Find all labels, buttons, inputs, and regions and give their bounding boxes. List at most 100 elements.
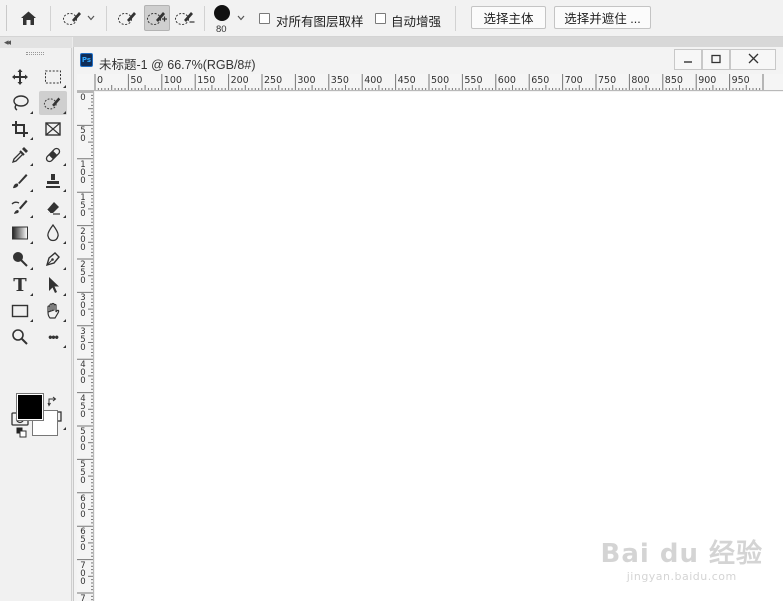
gradient-icon [11,225,29,241]
blur-tool[interactable] [39,221,67,245]
ruler-h-label: 300 [297,75,316,86]
ruler-h-label: 150 [197,75,216,86]
crop-tool[interactable] [6,117,34,141]
ruler-v-label: 250 [80,260,86,286]
options-bar-grip[interactable] [6,5,7,31]
rectangular-marquee-tool[interactable] [39,65,67,89]
ruler-h-label: 650 [531,75,550,86]
select-subject-button[interactable]: 选择主体 [471,6,546,29]
stamp-icon [44,172,62,190]
sample-all-layers-checkbox[interactable] [258,12,270,24]
minimize-icon [683,51,693,69]
document-titlebar[interactable]: Ps 未标题-1 @ 66.7%(RGB/8#) [74,47,783,74]
ruler-v-label: 600 [80,493,86,520]
healing-brush-tool[interactable] [39,143,67,167]
gradient-tool[interactable] [6,221,34,245]
collapse-arrows-icon[interactable]: ◂◂ [4,37,11,48]
ruler-v-label: 200 [80,226,86,253]
minimize-button[interactable] [674,49,702,70]
ruler-corner[interactable] [77,74,94,91]
ruler-v-label: 400 [80,360,86,387]
ruler-h-label: 950 [731,75,750,86]
sample-all-layers-label: 对所有图层取样 [276,15,364,29]
hand-tool[interactable] [39,299,67,323]
document-canvas[interactable] [95,92,783,601]
ruler-v-label: 100 [80,159,86,186]
clone-stamp-tool[interactable] [39,169,67,193]
path-selection-tool[interactable] [39,273,67,297]
photoshop-app-icon: Ps [80,53,93,67]
frame-icon [44,121,62,137]
arrow-icon [45,276,61,294]
type-tool[interactable]: T [6,273,34,297]
frame-tool[interactable] [39,117,67,141]
ruler-h-label: 800 [631,75,650,86]
quick-selection-icon [43,94,63,112]
edit-toolbar[interactable]: ••• [39,325,67,349]
brush-preview[interactable] [212,3,232,23]
tool-preset-picker[interactable] [58,7,98,29]
add-to-selection-brush-icon[interactable] [144,5,170,31]
type-icon: T [13,274,27,296]
maximize-button[interactable] [702,49,730,70]
ruler-v-label: 500 [80,427,86,453]
ruler-v-label: 350 [80,326,86,353]
ruler-h-label: 700 [564,75,583,86]
pen-icon [44,250,62,268]
options-bar: 80 对所有图层取样 自动增强 选择主体 选择并遮住 ... [0,0,783,37]
rectangle-icon [11,303,29,319]
zoom-tool[interactable] [6,325,34,349]
document-window: Ps 未标题-1 @ 66.7%(RGB/8#) 0 50 100 150 200 250… [73,47,783,601]
vertical-ruler[interactable]: 0 50 100 150 200 250 300 350 400 450 500 550 600 650 7… [77,91,94,601]
ruler-h-label: 600 [497,75,516,86]
lasso-icon [11,94,29,112]
close-button[interactable] [730,49,776,70]
ruler-h-label: 550 [464,75,483,86]
subtract-from-selection-brush-icon[interactable] [173,6,197,30]
ruler-h-label: 450 [397,75,416,86]
home-icon[interactable] [14,6,42,30]
select-and-mask-button[interactable]: 选择并遮住 ... [554,6,651,29]
zoom-icon [11,328,29,346]
ruler-h-label: 350 [330,75,349,86]
ruler-v-label: 750 [80,594,86,601]
history-brush-tool[interactable] [6,195,34,219]
brush-tool[interactable] [6,169,34,193]
marquee-icon [44,69,62,85]
new-selection-brush-icon[interactable] [116,6,140,30]
ruler-h-label: 500 [431,75,450,86]
watermark-sub-text: jingyan.baidu.com [626,570,737,583]
dodge-icon [11,250,29,268]
horizontal-ruler[interactable]: 0 50 100 150 200 250 300 350 400 450 500 550 600 650 7… [93,74,783,91]
ruler-h-label: 400 [364,75,383,86]
quick-select-brush-icon [62,9,84,27]
ruler-v-label: 650 [80,527,86,554]
move-icon [11,68,29,86]
drop-icon [45,224,61,242]
chevron-down-icon [87,15,95,21]
crop-icon [11,120,29,138]
brush-picker-chevron-icon[interactable] [236,13,246,23]
bandage-icon [44,146,62,164]
eraser-tool[interactable] [39,195,67,219]
document-title: 未标题-1 @ 66.7%(RGB/8#) [99,58,256,72]
workspace: Ps 未标题-1 @ 66.7%(RGB/8#) 0 50 100 150 200 250… [73,37,783,601]
ruler-v-label: 150 [80,193,86,220]
ruler-v-label: 0 [80,93,86,103]
brush-icon [11,172,29,190]
dodge-tool[interactable] [6,247,34,271]
pen-tool[interactable] [39,247,67,271]
tools-panel-header: ◂◂ [0,37,72,48]
move-tool[interactable] [6,65,34,89]
eyedropper-tool[interactable] [6,143,34,167]
ruler-h-label: 100 [163,75,182,86]
auto-enhance-checkbox[interactable] [374,12,386,24]
eyedropper-icon [11,146,29,164]
quick-selection-tool[interactable] [39,91,67,115]
rectangle-tool[interactable] [6,299,34,323]
lasso-tool[interactable] [6,91,34,115]
ruler-v-label: 550 [80,460,86,487]
tools-panel-grip[interactable] [26,52,44,55]
watermark-main-text: Bai du 经验 [600,539,763,569]
foreground-color-swatch[interactable] [16,393,44,421]
